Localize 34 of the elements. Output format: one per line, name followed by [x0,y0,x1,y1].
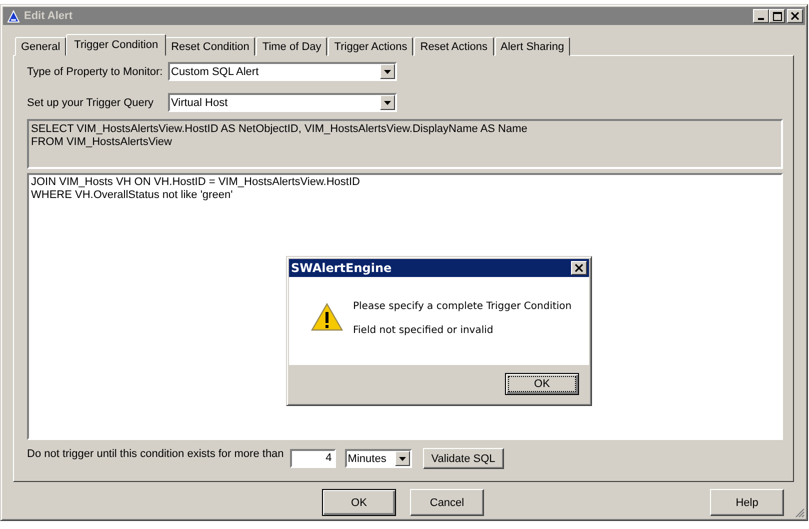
message-text: Field not specified or invalid [353,325,494,336]
ok-button[interactable]: OK [322,489,396,516]
maximize-icon [772,12,782,20]
close-icon [791,12,799,20]
tab[interactable]: General [15,37,66,56]
field-label: Do not trigger until this condition exists for more than [27,448,284,460]
cancel-button[interactable]: Cancel [410,489,484,516]
validate-sql-button[interactable]: Validate SQL [422,448,504,469]
tab[interactable]: Trigger Condition [66,34,166,56]
sql-select-text: SELECT VIM_HostsAlertsView.HostID AS NetObjectID, VIM_HostsAlertsView.DisplayName AS Name FROM VIM_HostsAlertsView [27,119,783,169]
window-title: Edit Alert [24,10,74,22]
triangle-icon [7,10,20,22]
tab[interactable]: Time of Day [256,37,328,56]
dropdown[interactable]: Custom SQL Alert [168,62,397,81]
dropdown[interactable]: Minutes [344,449,412,468]
dialog-title: SWAlertEngine [291,261,392,275]
minimize-button[interactable] [753,9,769,23]
field-label: Set up your Trigger Query [27,96,155,108]
close-icon [575,264,583,272]
close-button[interactable] [571,261,587,275]
tab[interactable]: Trigger Actions [328,37,414,56]
close-button[interactable] [787,9,803,23]
message-text: Please specify a complete Trigger Condition [353,301,572,312]
warning-icon [311,303,343,331]
dropdown[interactable]: Virtual Host [168,93,397,112]
duration-field[interactable]: 4 [290,449,336,468]
tab[interactable]: Reset Actions [414,37,494,56]
tab[interactable]: Alert Sharing [494,37,570,56]
tab[interactable]: Reset Condition [165,37,256,56]
resize-grip-icon[interactable] [795,508,805,518]
ok-button[interactable]: OK [505,373,579,395]
field-label: Type of Property to Monitor: [27,66,164,78]
help-button[interactable]: Help [710,489,784,516]
maximize-button[interactable] [769,9,785,23]
